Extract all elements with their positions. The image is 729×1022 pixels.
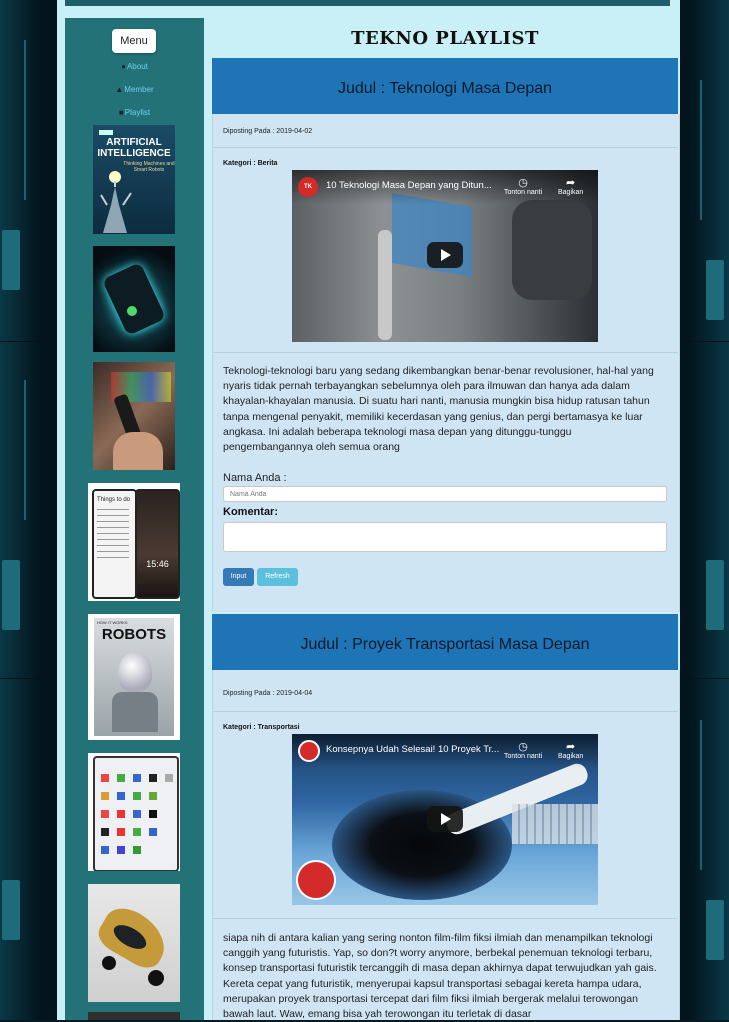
magazine-title: ROBOTS: [101, 626, 167, 643]
play-button-icon[interactable]: [427, 242, 463, 268]
channel-logo[interactable]: TK: [298, 177, 318, 197]
post-title: Judul : Teknologi Masa Depan: [212, 58, 678, 114]
divider: [212, 352, 678, 353]
thumb-concept-car[interactable]: [88, 884, 180, 1002]
play-button-icon[interactable]: [427, 806, 463, 832]
thumb-artificial-intelligence-book[interactable]: ARTIFICIAL INTELLIGENCE Thinking Machine…: [93, 125, 175, 234]
watch-later-button[interactable]: ◷ Tonton nanti: [504, 740, 542, 760]
top-bar: [65, 0, 670, 6]
share-button[interactable]: ➦ Bagikan: [558, 176, 583, 196]
video-player[interactable]: TK 10 Teknologi Masa Depan yang Ditun...…: [292, 170, 598, 342]
post-title: Judul : Proyek Transportasi Masa Depan: [212, 614, 678, 670]
input-button[interactable]: Input: [223, 568, 254, 586]
video-title[interactable]: 10 Teknologi Masa Depan yang Ditun...: [326, 180, 492, 191]
post-category: Kategori : Berita: [223, 160, 278, 167]
comment-textarea[interactable]: [223, 522, 667, 552]
sidebar-item-label: Member: [124, 85, 154, 94]
post-text: siapa nih di antara kalian yang sering n…: [223, 932, 657, 1021]
name-input[interactable]: [223, 486, 667, 502]
user-icon: ▲: [115, 85, 124, 94]
share-icon: ➦: [566, 177, 576, 189]
watch-later-label: Tonton nanti: [504, 189, 543, 196]
divider: [212, 711, 678, 712]
name-label: Nama Anda :: [223, 472, 287, 484]
share-label: Bagikan: [558, 753, 584, 760]
thumb-next-partial[interactable]: [88, 1012, 180, 1020]
share-button[interactable]: ➦ Bagikan: [558, 740, 583, 760]
comment-label: Komentar:: [223, 506, 279, 518]
sidebar-item-playlist[interactable]: ■Playlist: [65, 108, 204, 117]
sidebar-item-member[interactable]: ▲Member: [65, 85, 204, 94]
watch-later-label: Tonton nanti: [504, 753, 543, 760]
watch-later-button[interactable]: ◷ Tonton nanti: [504, 176, 542, 196]
video-player[interactable]: Konsepnya Udah Selesai! 10 Proyek Tr... …: [292, 734, 598, 905]
video-title[interactable]: Konsepnya Udah Selesai! 10 Proyek Tr...: [326, 744, 499, 755]
share-label: Bagikan: [558, 189, 584, 196]
page-container: Menu ●About ▲Member ■Playlist ARTIFICIAL…: [57, 0, 680, 1020]
sidebar: Menu ●About ▲Member ■Playlist ARTIFICIAL…: [65, 18, 204, 1020]
playlist-icon: ■: [118, 108, 124, 117]
clock-icon: ◷: [518, 177, 528, 189]
robot-hand-icon: [100, 171, 132, 233]
thumb-glowing-phone[interactable]: [93, 246, 175, 352]
post-category: Kategori : Transportasi: [223, 724, 300, 731]
clock-icon: ◷: [518, 741, 528, 753]
share-icon: ➦: [566, 741, 576, 753]
divider: [212, 147, 678, 148]
post-date: Diposting Pada : 2019-04-04: [223, 690, 313, 697]
post-text: Teknologi-teknologi baru yang sedang dik…: [223, 365, 654, 454]
refresh-button[interactable]: Refresh: [257, 568, 298, 586]
sidebar-item-label: About: [126, 62, 148, 71]
thumb-robots-magazine[interactable]: HOW IT WORKS ROBOTS: [88, 614, 180, 740]
post-date: Diposting Pada : 2019-04-02: [223, 128, 313, 135]
magazine-header: HOW IT WORKS: [97, 620, 128, 625]
thumb-tablet-apps[interactable]: [88, 753, 180, 871]
todo-title: Things to do: [97, 497, 131, 503]
thumb-flip-phone[interactable]: Things to do 15:46: [88, 483, 180, 601]
menu-button[interactable]: Menu: [112, 29, 156, 53]
sidebar-item-label: Playlist: [124, 108, 151, 117]
sidebar-item-about[interactable]: ●About: [65, 62, 204, 71]
thumb-remote-tv[interactable]: [93, 362, 175, 470]
info-circle-icon: ●: [121, 62, 126, 71]
channel-logo[interactable]: [298, 740, 320, 762]
channel-watermark-icon: [296, 860, 336, 900]
book-title: ARTIFICIAL INTELLIGENCE: [97, 137, 171, 159]
phone-clock: 15:46: [146, 559, 169, 569]
divider: [212, 918, 678, 919]
site-title: TEKNO PLAYLIST: [351, 28, 539, 49]
